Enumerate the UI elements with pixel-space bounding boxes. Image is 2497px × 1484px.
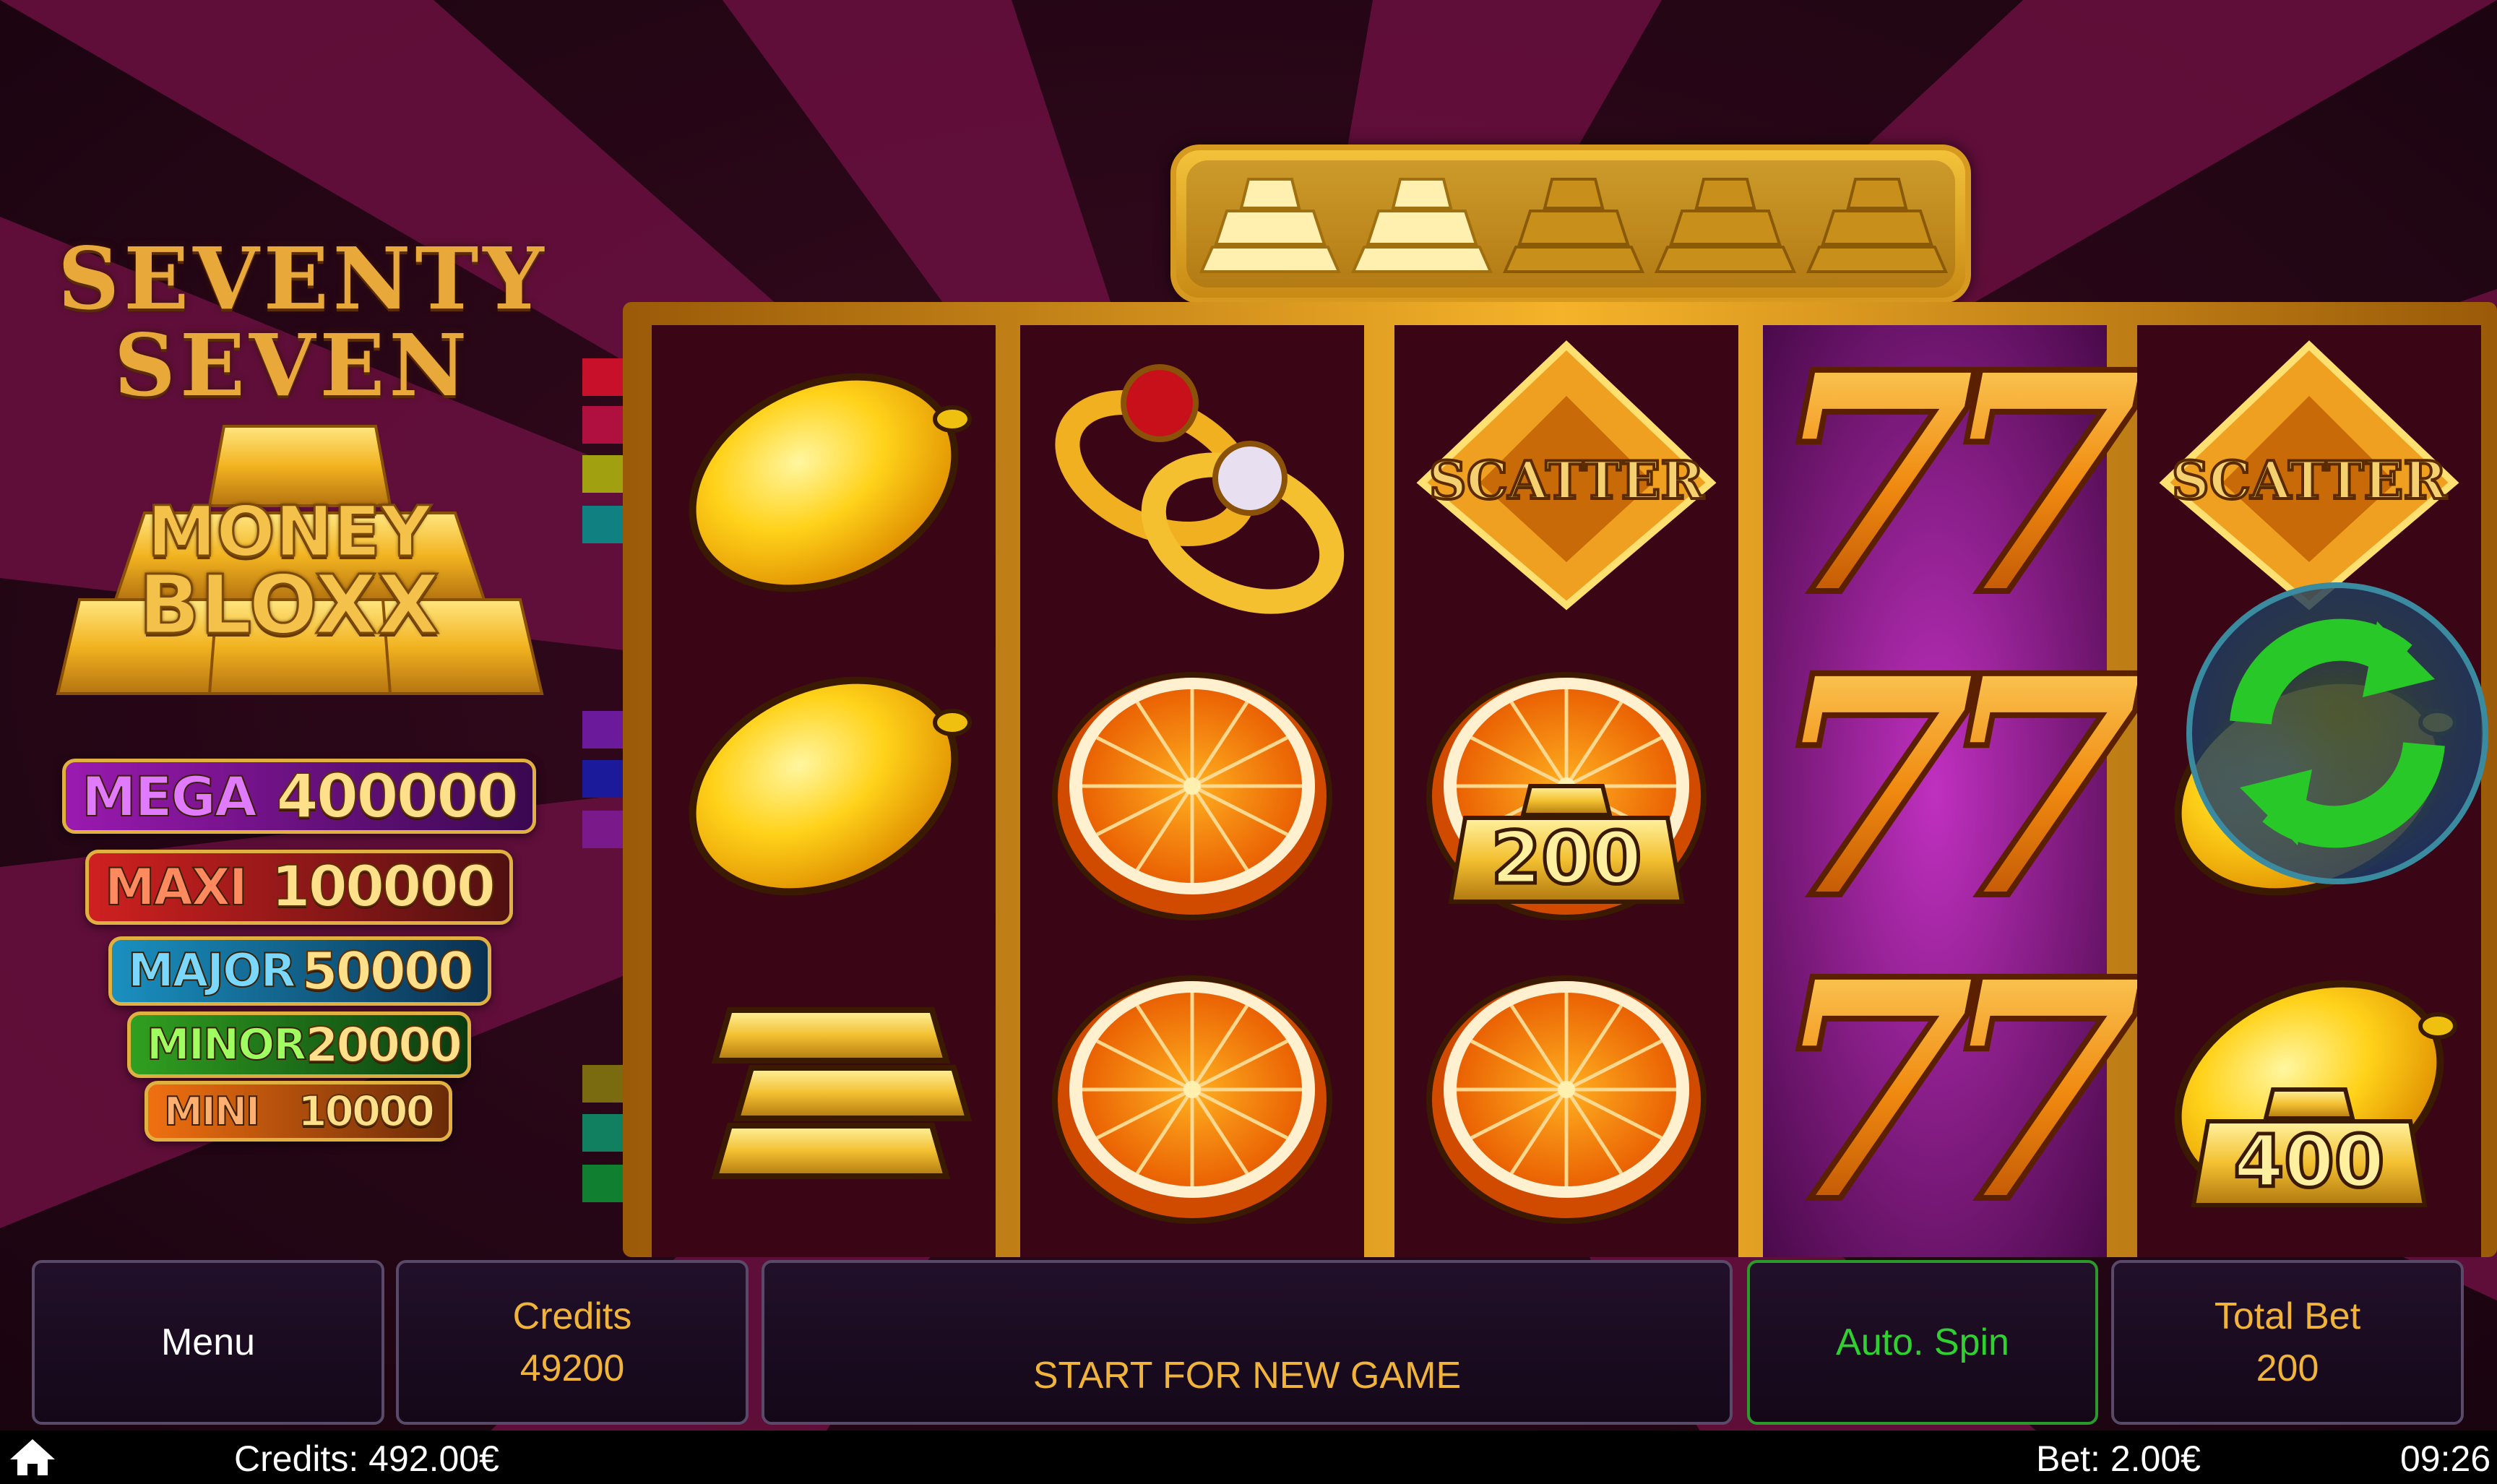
bonus-value: 400 (2234, 1119, 2385, 1204)
status-bet: Bet: 2.00€ (2036, 1438, 2201, 1479)
total-bet-value: 200 (2256, 1347, 2319, 1389)
logo-text-money: MONEY (146, 491, 432, 572)
scatter-label: SCATTER (1429, 449, 1705, 511)
svg-text:77: 77 (1767, 914, 2144, 1257)
bonus-value: 200 (1491, 816, 1642, 900)
credits-label: Credits (512, 1295, 632, 1337)
orange-symbol (1052, 672, 1332, 920)
autospin-refresh-icon[interactable] (2182, 578, 2493, 889)
orange-symbol (1052, 975, 1332, 1224)
jackpot-value: 50000 (301, 940, 475, 1002)
message-panel[interactable]: START FOR NEW GAME (762, 1260, 1733, 1425)
menu-label: Menu (160, 1321, 256, 1363)
logo-text-bloxx: BLOXX (137, 558, 441, 652)
total-bet-label: Total Bet (2214, 1295, 2361, 1337)
jackpot-label: MAXI (104, 857, 249, 918)
menu-button[interactable]: Menu (32, 1260, 384, 1425)
status-time: 09:26 (2400, 1438, 2491, 1479)
gold-bar-collector (1170, 144, 1971, 303)
autospin-label: Auto. Spin (1836, 1321, 2009, 1363)
credits-panel: Credits 49200 (396, 1260, 749, 1425)
start-message: START FOR NEW GAME (1032, 1355, 1462, 1397)
jackpot-value: 10000 (297, 1086, 436, 1136)
status-credits: Credits: 492.00€ (234, 1438, 499, 1479)
credits-value: 49200 (519, 1347, 625, 1389)
total-bet-panel[interactable]: Total Bet 200 (2111, 1260, 2464, 1425)
scatter-label: SCATTER (2172, 449, 2448, 511)
autospin-button[interactable]: Auto. Spin (1747, 1260, 2098, 1425)
jackpot-value: 400000 (275, 760, 519, 832)
jackpot-maxi: MAXI 100000 (85, 850, 513, 925)
game-title-line1: SEVENTY (58, 228, 548, 329)
game-title-line2: SEVEN (113, 315, 472, 415)
orange-symbol: 200 (1426, 672, 1707, 920)
jackpot-label: MINOR (146, 1019, 307, 1071)
jackpot-label: MINI (163, 1088, 261, 1135)
jackpot-major: MAJOR 50000 (108, 936, 491, 1006)
jackpot-minor: MINOR 20000 (127, 1011, 471, 1078)
status-bar: Credits: 492.00€ Bet: 2.00€ 09:26 (0, 1431, 2497, 1484)
orange-symbol (1426, 975, 1707, 1224)
jackpot-value: 20000 (304, 1017, 463, 1074)
jackpot-mini: MINI 10000 (145, 1081, 452, 1142)
home-icon[interactable] (7, 1436, 58, 1478)
payline-markers (582, 358, 623, 1202)
jackpot-mega: MEGA 400000 (62, 759, 536, 834)
jackpot-label: MEGA (81, 764, 258, 829)
seven-symbol: 77 (1764, 911, 2190, 1257)
gold-bars-symbol (711, 1007, 973, 1179)
jackpot-value: 100000 (270, 854, 496, 920)
jackpot-label: MAJOR (127, 944, 297, 998)
